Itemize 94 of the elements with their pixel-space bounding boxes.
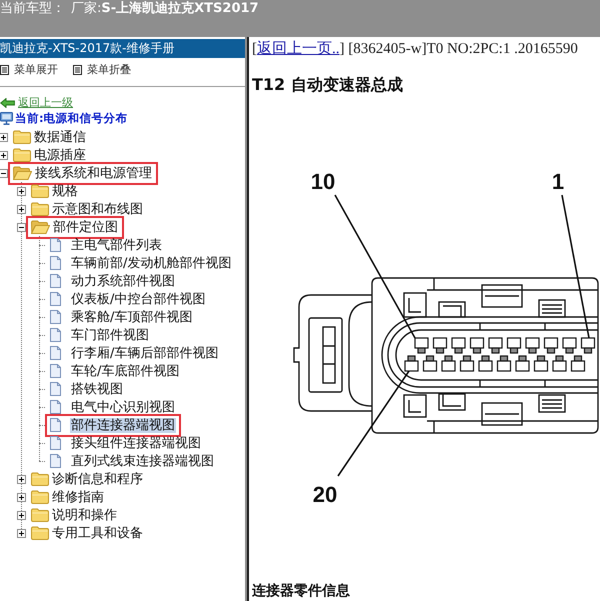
connector-pin — [552, 355, 567, 372]
computer-icon — [0, 112, 13, 124]
sidebar-header: 凯迪拉克-XTS-2017款-维修手册 — [0, 39, 245, 58]
current-section-label: 当前:电源和信号分布 — [15, 111, 128, 125]
pin-number-label: 20 — [312, 482, 338, 505]
pin-number-label: 1 — [552, 169, 564, 194]
tree-item[interactable]: 诊断信息和程序 — [51, 472, 144, 486]
connector-pin — [478, 355, 493, 372]
expand-icon[interactable] — [17, 510, 26, 520]
connector-pin — [404, 355, 419, 372]
folder-icon — [31, 472, 49, 486]
tree-item[interactable]: 部件连接器端视图 — [70, 418, 176, 432]
connector-pin — [506, 337, 522, 354]
vehicle-model-label: 当前车型： — [0, 1, 65, 17]
document-icon — [50, 454, 61, 468]
expand-icon[interactable] — [17, 528, 26, 538]
folder-icon — [31, 490, 49, 504]
folder-icon — [31, 184, 49, 198]
tree-item[interactable]: 接头组件连接器端视图 — [70, 436, 202, 450]
section-heading: 连接器零件信息 — [251, 583, 351, 599]
expand-icon[interactable] — [17, 492, 26, 502]
document-title: T12 自动变速器总成 — [251, 75, 404, 95]
connector-pin — [544, 337, 558, 354]
list-icon — [73, 65, 82, 75]
tree-item[interactable]: 电源插座 — [33, 148, 87, 162]
document-icon — [50, 436, 61, 450]
connector-pin — [470, 337, 484, 354]
tree-item[interactable]: 维修指南 — [51, 490, 105, 504]
tree-item[interactable]: 直列式线束连接器端视图 — [70, 454, 215, 468]
connector-pin — [534, 355, 548, 372]
connector-pin — [562, 337, 577, 354]
tree-item[interactable]: 部件定位图 — [52, 220, 119, 234]
tree-item[interactable]: 专用工具和设备 — [51, 526, 144, 540]
tree-item[interactable]: 数据通信 — [33, 130, 87, 144]
document-icon — [50, 238, 61, 252]
connector-pin — [515, 355, 530, 372]
document-icon — [50, 274, 61, 288]
connector-pin — [488, 337, 503, 354]
connector-pin — [414, 337, 429, 354]
open-folder-icon — [13, 166, 32, 180]
document-icon — [50, 418, 61, 432]
folder-icon — [13, 148, 31, 162]
connector-pin — [451, 337, 466, 354]
document-icon — [50, 382, 61, 396]
toolbar-button[interactable]: 菜单展开 — [0, 62, 58, 78]
tree-item[interactable]: 乘客舱/车顶部件视图 — [70, 310, 194, 324]
back-page-link[interactable]: 返回上一页.. — [257, 41, 340, 57]
document-icon — [50, 346, 61, 360]
back-arrow-icon[interactable] — [0, 98, 15, 108]
toolbar-button[interactable]: 菜单折叠 — [73, 62, 131, 78]
tree-item[interactable]: 电气中心识别视图 — [70, 400, 176, 414]
connector-pin — [441, 355, 456, 372]
tree-item[interactable]: 说明和操作 — [51, 508, 118, 522]
tree-item[interactable]: 仪表板/中控台部件视图 — [70, 292, 206, 306]
navigation-line: [返回上一页..] [8362405-w]T0 NO:2PC:1 .20165590 — [251, 40, 579, 58]
open-folder-icon — [31, 220, 50, 234]
tree-item[interactable]: 示意图和布线图 — [51, 202, 144, 216]
pin-number-label: 10 — [310, 169, 336, 194]
document-icon — [50, 292, 61, 306]
tree-item[interactable]: 车辆前部/发动机舱部件视图 — [70, 256, 232, 270]
tree-item[interactable]: 规格 — [51, 184, 79, 198]
connector-pin — [496, 355, 512, 372]
document-icon — [50, 364, 61, 378]
collapse-icon[interactable] — [17, 222, 26, 232]
folder-icon — [31, 526, 49, 540]
collapse-icon[interactable] — [0, 168, 8, 178]
connector-pin — [460, 355, 474, 372]
tree-item[interactable]: 接线系统和电源管理 — [34, 166, 153, 180]
tree-item[interactable]: 搭铁视图 — [70, 382, 124, 396]
folder-icon — [31, 202, 49, 216]
expand-icon[interactable] — [17, 474, 26, 484]
connector-pin — [570, 355, 586, 372]
expand-icon[interactable] — [0, 150, 8, 160]
tree-item[interactable]: 主电气部件列表 — [70, 238, 163, 252]
tree-item[interactable]: 动力系统部件视图 — [70, 274, 176, 288]
folder-icon — [13, 130, 31, 144]
expand-icon[interactable] — [0, 132, 8, 142]
list-icon — [0, 65, 9, 75]
back-link[interactable]: 返回上一级 — [18, 96, 73, 110]
tree-item[interactable]: 行李厢/车辆后部部件视图 — [70, 346, 220, 360]
connector-pin — [580, 337, 596, 354]
expand-icon[interactable] — [17, 186, 26, 196]
tree-item[interactable]: 车轮/车底部件视图 — [70, 364, 180, 378]
connector-pin — [422, 355, 438, 372]
document-icon — [50, 328, 61, 342]
expand-icon[interactable] — [17, 204, 26, 214]
folder-icon — [31, 508, 49, 522]
connector-pin — [432, 337, 448, 354]
document-icon — [50, 256, 61, 270]
document-icon — [50, 310, 61, 324]
document-icon — [50, 400, 61, 414]
vehicle-model-value: 厂家:S-上海凯迪拉克XTS2017 — [71, 1, 259, 17]
tree-item[interactable]: 车门部件视图 — [70, 328, 150, 342]
connector-pin — [525, 337, 540, 354]
